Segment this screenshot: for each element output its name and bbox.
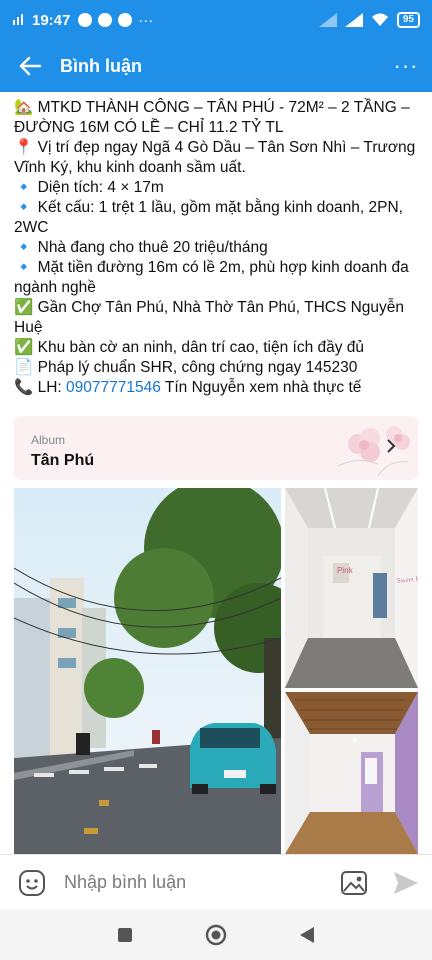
post-line: 🏡 MTKD THÀNH CÔNG – TÂN PHÚ - 72M² – 2 T… xyxy=(14,99,410,136)
street-photo[interactable] xyxy=(14,488,281,854)
document-emoji-icon: 📄 xyxy=(14,359,34,376)
post-line: 🔹 Kết cấu: 1 trệt 1 lầu, gồm mặt bằng ki… xyxy=(14,199,403,236)
back-triangle-icon[interactable] xyxy=(299,926,315,944)
comment-bar: Nhập bình luận xyxy=(0,854,432,910)
post-line: 📍 Vị trí đẹp ngay Ngã 4 Gò Dầu – Tân Sơn… xyxy=(14,139,416,176)
phone-emoji-icon: 📞 xyxy=(14,379,34,396)
send-button[interactable] xyxy=(380,871,432,895)
app-bar: Bình luận ··· xyxy=(0,40,432,92)
album-card[interactable]: Album Tân Phú xyxy=(14,416,418,480)
comment-input[interactable]: Nhập bình luận xyxy=(64,872,328,893)
messenger-icon xyxy=(98,13,113,27)
house-emoji-icon: 🏡 xyxy=(14,99,34,116)
diamond-emoji-icon: 🔹 xyxy=(14,259,34,276)
page-title: Bình luận xyxy=(60,55,142,76)
recent-apps-icon[interactable] xyxy=(117,927,133,943)
post-line: ✅ Gần Chợ Tân Phú, Nhà Thờ Tân Phú, THCS… xyxy=(14,299,405,336)
street-image xyxy=(14,488,281,854)
facebook-icon xyxy=(118,13,133,27)
room-image-1: Pink Sweet Home xyxy=(285,488,418,688)
check-emoji-icon: ✅ xyxy=(14,339,34,356)
diamond-emoji-icon: 🔹 xyxy=(14,239,34,256)
phone-link[interactable]: 09077771546 xyxy=(66,379,161,396)
image-button[interactable] xyxy=(328,870,380,896)
post-line: 📄 Pháp lý chuẩn SHR, công chứng ngay 145… xyxy=(14,359,358,376)
photo-grid: Pink Sweet Home xyxy=(14,488,418,854)
arrow-left-icon xyxy=(19,56,41,76)
room-photo-1[interactable]: Pink Sweet Home xyxy=(285,488,418,688)
album-name: Tân Phú xyxy=(31,452,95,469)
status-bar: 19:47 ··· 95 xyxy=(0,0,432,40)
check-emoji-icon: ✅ xyxy=(14,299,34,316)
album-label: Album xyxy=(31,433,66,447)
room-photo-2[interactable] xyxy=(285,692,418,854)
notification-icon xyxy=(78,13,93,27)
diamond-emoji-icon: 🔹 xyxy=(14,179,34,196)
post-line: ✅ Khu bàn cờ an ninh, dân trí cao, tiện … xyxy=(14,339,365,356)
system-nav-bar xyxy=(0,910,432,960)
emoji-button[interactable] xyxy=(0,869,64,897)
signal-icon xyxy=(318,13,337,27)
pin-emoji-icon: 📍 xyxy=(14,139,34,156)
room-image-2 xyxy=(285,692,418,854)
image-icon xyxy=(341,870,367,895)
home-icon[interactable] xyxy=(205,924,227,946)
emoji-icon xyxy=(19,869,45,896)
flower-decoration-icon xyxy=(337,426,410,477)
back-button[interactable] xyxy=(0,40,60,92)
post-contact-line: 📞 LH: 09077771546 Tín Nguyễn xem nhà thự… xyxy=(14,379,362,396)
send-icon xyxy=(394,871,418,894)
more-icon: ··· xyxy=(393,53,419,78)
diamond-emoji-icon: 🔹 xyxy=(14,199,34,216)
room-sign-text: Pink xyxy=(337,566,354,575)
post-content: 🏡 MTKD THÀNH CÔNG – TÂN PHÚ - 72M² – 2 T… xyxy=(0,92,432,854)
signal-small-icon xyxy=(13,14,23,25)
post-text: 🏡 MTKD THÀNH CÔNG – TÂN PHÚ - 72M² – 2 T… xyxy=(0,92,432,398)
post-line: 🔹 Nhà đang cho thuê 20 triệu/tháng xyxy=(14,239,268,256)
chevron-right-icon xyxy=(387,439,396,453)
wifi-icon xyxy=(371,13,388,26)
post-line: 🔹 Mặt tiền đường 16m có lề 2m, phù hợp k… xyxy=(14,259,409,296)
post-line: 🔹 Diện tích: 4 × 17m xyxy=(14,179,164,196)
status-more-icon: ··· xyxy=(138,11,154,29)
signal-icon-2 xyxy=(344,13,363,27)
battery-indicator: 95 xyxy=(396,12,420,28)
more-options-button[interactable]: ··· xyxy=(380,40,432,92)
status-time: 19:47 xyxy=(32,11,71,29)
